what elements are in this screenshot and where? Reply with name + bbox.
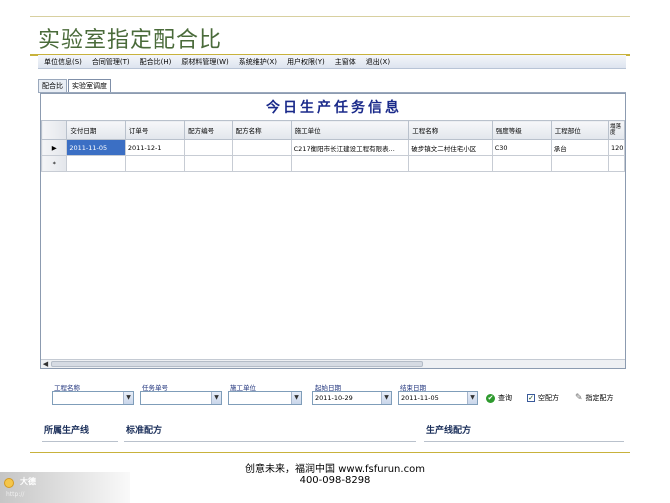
table-cell[interactable] — [184, 139, 233, 156]
checkmark-icon: ✔ — [486, 393, 495, 403]
chevron-down-icon[interactable]: ▼ — [123, 392, 133, 404]
new-row-indicator[interactable]: * — [41, 155, 68, 172]
table-header-row: 交付日期 订单号 配方编号 配方名称 施工单位 工程名称 强度等级 工程部位 塌… — [41, 120, 625, 140]
menubar: 单位信息(S) 合同管理(T) 配合比(H) 原材料管理(W) 系统维护(X) … — [38, 55, 626, 69]
scrollbar-thumb[interactable] — [51, 361, 423, 367]
table-row[interactable]: ▶ 2011-11-05 2011-12-1 C217衡阳市长江建设工程有限表.… — [41, 139, 625, 156]
menu-mix-ratio[interactable]: 配合比(H) — [135, 55, 177, 69]
query-button[interactable]: ✔ 查询 — [486, 393, 512, 403]
table-cell[interactable]: 2011-11-05 — [66, 139, 126, 156]
menu-user-permissions[interactable]: 用户权限(Y) — [282, 55, 330, 69]
menu-exit[interactable]: 退出(X) — [361, 55, 395, 69]
col-project-name[interactable]: 工程名称 — [408, 120, 493, 140]
table-cell[interactable] — [124, 155, 186, 172]
table-cell[interactable] — [231, 155, 292, 172]
task-table: 交付日期 订单号 配方编号 配方名称 施工单位 工程名称 强度等级 工程部位 塌… — [41, 120, 625, 172]
task-no-select[interactable]: ▼ — [140, 391, 222, 405]
tab-lab-dispatch[interactable]: 实验室调度 — [68, 79, 111, 92]
filter-bar: 工程名称 ▼ 任务单号 ▼ 施工单位 ▼ 起始日期 2011-10-29 ▼ 结… — [38, 382, 626, 408]
table-cell[interactable]: 破步镇文二村住宅小区 — [408, 139, 493, 156]
col-mix-no[interactable]: 配方编号 — [184, 120, 233, 140]
empty-mix-checkbox[interactable]: ✓ 空配方 — [527, 393, 559, 403]
empty-mix-label: 空配方 — [538, 394, 559, 402]
assign-mix-label: 指定配方 — [585, 394, 614, 402]
row-header-corner — [41, 120, 68, 140]
table-cell[interactable]: 120 — [607, 139, 625, 156]
watermark: 大德 http:// — [0, 472, 130, 503]
start-date-value: 2011-10-29 — [315, 394, 353, 402]
col-strength-grade[interactable]: 强度等级 — [491, 120, 552, 140]
watermark-url: http:// — [6, 491, 25, 498]
bottom-panel: 所属生产线 标准配方 生产线配方 — [38, 415, 626, 448]
grid-title: 今日生产任务信息 — [266, 100, 402, 116]
table-cell[interactable] — [231, 139, 292, 156]
chevron-down-icon[interactable]: ▼ — [291, 392, 301, 404]
project-name-select[interactable]: ▼ — [52, 391, 134, 405]
standard-mix-rule — [124, 441, 416, 442]
start-date-picker[interactable]: 2011-10-29 ▼ — [312, 391, 392, 405]
table-row-new[interactable]: * — [41, 155, 625, 172]
production-line-rule — [42, 441, 118, 442]
pen-icon: ✎ — [575, 393, 583, 403]
tab-strip: 配合比 实验室调度 — [38, 79, 112, 92]
checkbox-checked-icon[interactable]: ✓ — [527, 394, 535, 402]
row-indicator[interactable]: ▶ — [41, 139, 68, 156]
chevron-down-icon[interactable]: ▼ — [467, 392, 477, 404]
table-cell[interactable]: 2011-12-1 — [124, 139, 186, 156]
watermark-logo-icon — [4, 478, 14, 488]
slide-title: 实验室指定配合比 — [38, 28, 223, 53]
end-date-picker[interactable]: 2011-11-05 ▼ — [398, 391, 478, 405]
standard-mix-heading: 标准配方 — [126, 426, 163, 436]
table-cell[interactable] — [607, 155, 625, 172]
slide-top-rule — [30, 16, 630, 17]
menu-system[interactable]: 系统维护(X) — [234, 55, 282, 69]
scroll-left-arrow-icon[interactable]: ◀ — [41, 360, 50, 368]
query-label: 查询 — [498, 394, 512, 402]
col-delivery-date[interactable]: 交付日期 — [66, 120, 126, 140]
app-window: 单位信息(S) 合同管理(T) 配合比(H) 原材料管理(W) 系统维护(X) … — [38, 55, 626, 448]
construction-unit-select[interactable]: ▼ — [228, 391, 302, 405]
table-cell[interactable] — [550, 155, 609, 172]
menu-main-window[interactable]: 主窗体 — [330, 55, 361, 69]
production-task-grid: 今日生产任务信息 交付日期 订单号 配方编号 配方名称 施工单位 工程名称 强度… — [40, 93, 626, 369]
col-project-part[interactable]: 工程部位 — [550, 120, 609, 140]
production-line-mix-rule — [424, 441, 624, 442]
col-mix-name[interactable]: 配方名称 — [231, 120, 292, 140]
production-line-heading: 所属生产线 — [44, 426, 90, 436]
table-cell[interactable]: C217衡阳市长江建设工程有限表... — [290, 139, 410, 156]
table-cell[interactable] — [290, 155, 410, 172]
col-order-no[interactable]: 订单号 — [124, 120, 186, 140]
chevron-down-icon[interactable]: ▼ — [381, 392, 391, 404]
menu-contract[interactable]: 合同管理(T) — [87, 55, 135, 69]
table-cell[interactable] — [184, 155, 233, 172]
table-cell[interactable] — [491, 155, 552, 172]
assign-mix-button[interactable]: ✎ 指定配方 — [575, 393, 614, 403]
menu-unit-info[interactable]: 单位信息(S) — [39, 55, 87, 69]
col-slump[interactable]: 塌落度 — [607, 120, 625, 140]
menu-raw-material[interactable]: 原材料管理(W) — [176, 55, 233, 69]
tab-mix-ratio[interactable]: 配合比 — [38, 79, 67, 92]
horizontal-scrollbar[interactable]: ◀ — [41, 359, 625, 368]
end-date-value: 2011-11-05 — [401, 394, 439, 402]
table-cell[interactable] — [66, 155, 126, 172]
chevron-down-icon[interactable]: ▼ — [211, 392, 221, 404]
watermark-text: 大德 — [20, 477, 36, 486]
table-cell[interactable]: C30 — [491, 139, 552, 156]
table-cell[interactable]: 承台 — [550, 139, 609, 156]
footer-rule — [30, 452, 630, 453]
production-line-mix-heading: 生产线配方 — [426, 426, 472, 436]
col-construction-unit[interactable]: 施工单位 — [290, 120, 410, 140]
table-cell[interactable] — [408, 155, 493, 172]
